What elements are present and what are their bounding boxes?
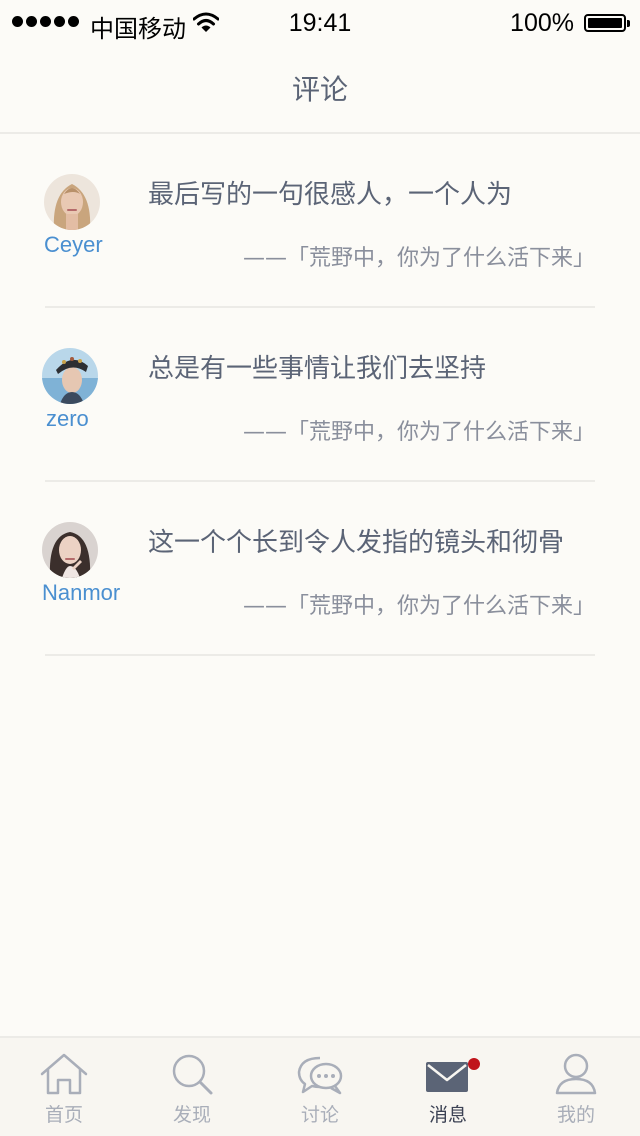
tab-discussion[interactable]: 讨论 <box>256 1038 384 1136</box>
tab-label: 消息 <box>428 1104 467 1126</box>
movie-quote[interactable]: ——「荒野中，你为了什么活下来」 <box>243 588 595 620</box>
navigation-bar: 评论 <box>0 44 640 134</box>
page-title: 评论 <box>291 73 348 106</box>
tab-label: 讨论 <box>300 1104 339 1126</box>
envelope-icon <box>426 1062 468 1092</box>
tab-label: 首页 <box>44 1104 83 1126</box>
tab-messages[interactable]: 消息 <box>384 1038 512 1136</box>
tab-discover[interactable]: 发现 <box>128 1038 256 1136</box>
battery-icon <box>584 14 630 32</box>
comment-text: 总是有一些事情让我们去坚持 <box>148 354 487 384</box>
username[interactable]: Nanmor <box>42 580 120 606</box>
comment-text: 最后写的一句很感人，一个人为 <box>148 180 513 210</box>
battery-percentage: 100% <box>510 9 574 37</box>
username[interactable]: zero <box>46 406 89 432</box>
notification-badge <box>468 1058 480 1070</box>
tab-profile[interactable]: 我的 <box>512 1038 640 1136</box>
tab-home[interactable]: 首页 <box>0 1038 128 1136</box>
comment-item[interactable]: zero 总是有一些事情让我们去坚持 ——「荒野中，你为了什么活下来」 <box>0 308 640 482</box>
comment-item[interactable]: Nanmor 这一个个长到令人发指的镜头和彻骨 ——「荒野中，你为了什么活下来」 <box>0 482 640 656</box>
user-icon <box>555 1053 597 1095</box>
home-icon <box>40 1053 88 1095</box>
chat-bubbles-icon <box>297 1056 343 1095</box>
comment-text: 这一个个长到令人发指的镜头和彻骨 <box>148 528 565 558</box>
divider <box>45 654 595 656</box>
tab-label: 我的 <box>556 1104 595 1126</box>
comment-list: Ceyer 最后写的一句很感人，一个人为 ——「荒野中，你为了什么活下来」 ze… <box>0 134 640 656</box>
movie-quote[interactable]: ——「荒野中，你为了什么活下来」 <box>243 414 595 446</box>
comment-item[interactable]: Ceyer 最后写的一句很感人，一个人为 ——「荒野中，你为了什么活下来」 <box>0 134 640 308</box>
status-bar: 中国移动 19:41 100% <box>0 0 640 44</box>
movie-quote[interactable]: ——「荒野中，你为了什么活下来」 <box>243 240 595 272</box>
avatar[interactable] <box>42 522 98 578</box>
tab-bar: 首页 发现 讨论 消息 我的 <box>0 1036 640 1136</box>
username[interactable]: Ceyer <box>44 232 103 258</box>
tab-label: 发现 <box>172 1104 211 1126</box>
avatar[interactable] <box>44 174 100 230</box>
avatar[interactable] <box>42 348 98 404</box>
search-icon <box>172 1054 213 1095</box>
